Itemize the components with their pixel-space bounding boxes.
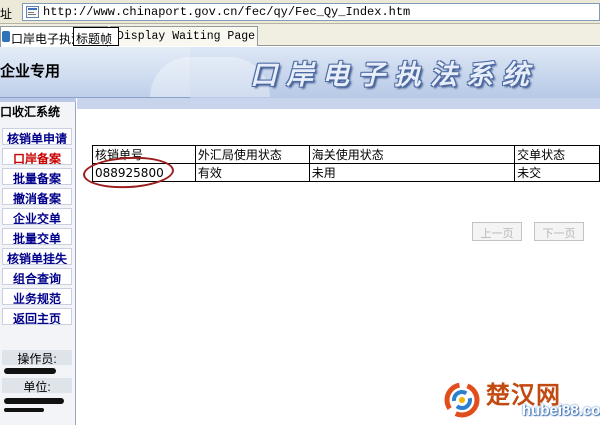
sidebar-item-batch-filing[interactable]: 批量备案 xyxy=(2,168,72,185)
url-text: http://www.chinaport.gov.cn/fec/qy/Fec_Q… xyxy=(43,5,411,19)
header-banner: 企业专用 口岸电子执法系统 xyxy=(0,47,600,98)
table-header-row: 核销单号 外汇局使用状态 海关使用状态 交单状态 xyxy=(92,145,600,164)
next-page-button[interactable]: 下一页 xyxy=(534,222,584,241)
sidebar-item-business-rules[interactable]: 业务规范 xyxy=(2,288,72,305)
redaction-mark xyxy=(4,398,64,404)
system-title: 口岸电子执法系统 xyxy=(250,60,538,91)
browser-page-icon xyxy=(26,6,39,18)
column-header-customs-status: 海关使用状态 xyxy=(308,145,516,164)
title-frame-tooltip: 标题帧 xyxy=(73,27,119,46)
enterprise-label: 企业专用 xyxy=(0,63,61,80)
url-input[interactable]: http://www.chinaport.gov.cn/fec/qy/Fec_Q… xyxy=(22,3,600,21)
sidebar-strip xyxy=(0,98,76,102)
site-watermark: 楚汉网 hubei88.com xyxy=(440,372,600,425)
prev-page-button[interactable]: 上一页 xyxy=(472,222,522,241)
operator-label: 操作员: xyxy=(2,350,72,366)
column-header-forex-status: 外汇局使用状态 xyxy=(194,145,310,164)
sidebar-item-verification-apply[interactable]: 核销单申请 xyxy=(2,128,72,145)
address-bar: 址 http://www.chinaport.gov.cn/fec/qy/Fec… xyxy=(0,0,600,24)
watermark-logo-icon xyxy=(444,382,480,418)
sidebar-heading: 口收汇系统 xyxy=(0,105,61,119)
sidebar-item-port-filing[interactable]: 口岸备案 xyxy=(2,148,72,165)
cell-submit-status: 未交 xyxy=(514,163,600,182)
watermark-domain: hubei88.com xyxy=(522,402,600,419)
tab-display-waiting[interactable]: Display Waiting Page xyxy=(110,26,258,46)
sidebar-item-home[interactable]: 返回主页 xyxy=(2,308,72,325)
sidebar-item-cancel-filing[interactable]: 撤消备案 xyxy=(2,188,72,205)
cell-forex-status: 有效 xyxy=(194,163,310,182)
sidebar-item-enterprise-submit[interactable]: 企业交单 xyxy=(2,208,72,225)
tab-page-icon xyxy=(2,31,10,42)
sidebar-item-batch-submit[interactable]: 批量交单 xyxy=(2,228,72,245)
unit-label: 单位: xyxy=(2,378,72,394)
address-label: 址 xyxy=(0,7,13,21)
sidebar: 口收汇系统 核销单申请 口岸备案 批量备案 撤消备案 企业交单 批量交单 核销单… xyxy=(0,98,76,425)
cell-customs-status: 未用 xyxy=(308,163,516,182)
redaction-mark xyxy=(4,368,56,374)
redaction-mark xyxy=(4,408,44,412)
sidebar-item-report-loss[interactable]: 核销单挂失 xyxy=(2,248,72,265)
tab-label: Display Waiting Page xyxy=(117,30,256,43)
sidebar-item-combined-query[interactable]: 组合查询 xyxy=(2,268,72,285)
content-top-strip xyxy=(77,98,600,109)
column-header-submit-status: 交单状态 xyxy=(514,145,600,164)
